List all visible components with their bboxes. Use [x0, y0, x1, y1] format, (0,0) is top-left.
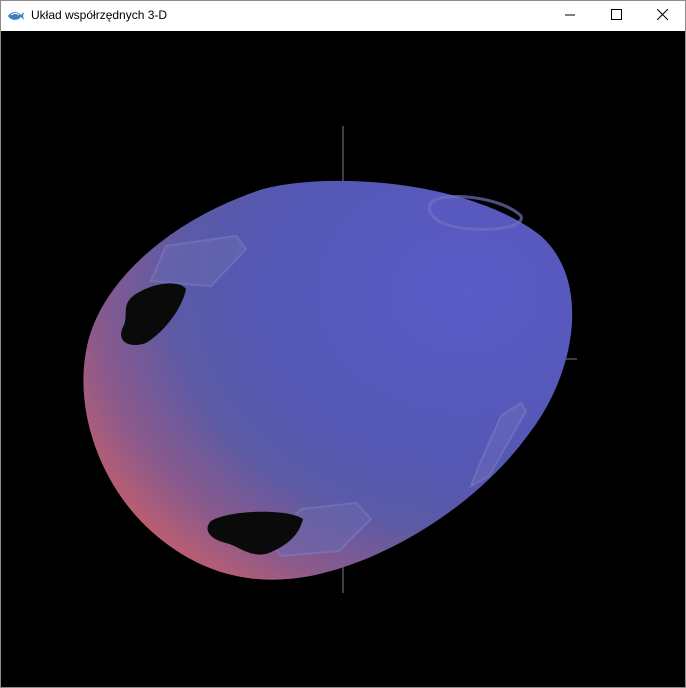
fish-icon[interactable]: [7, 9, 25, 23]
3d-scene: [83, 126, 577, 593]
minimize-icon: [565, 7, 575, 25]
3d-viewport[interactable]: [1, 31, 685, 687]
title-bar[interactable]: Układ współrzędnych 3-D: [1, 1, 685, 31]
close-icon: [656, 7, 668, 25]
maximize-icon: [610, 7, 622, 25]
maximize-button[interactable]: [593, 1, 639, 31]
close-button[interactable]: [639, 1, 685, 31]
minimize-button[interactable]: [547, 1, 593, 31]
app-window: Układ współrzędnych 3-D: [0, 0, 686, 688]
window-title: Układ współrzędnych 3-D: [31, 8, 168, 22]
